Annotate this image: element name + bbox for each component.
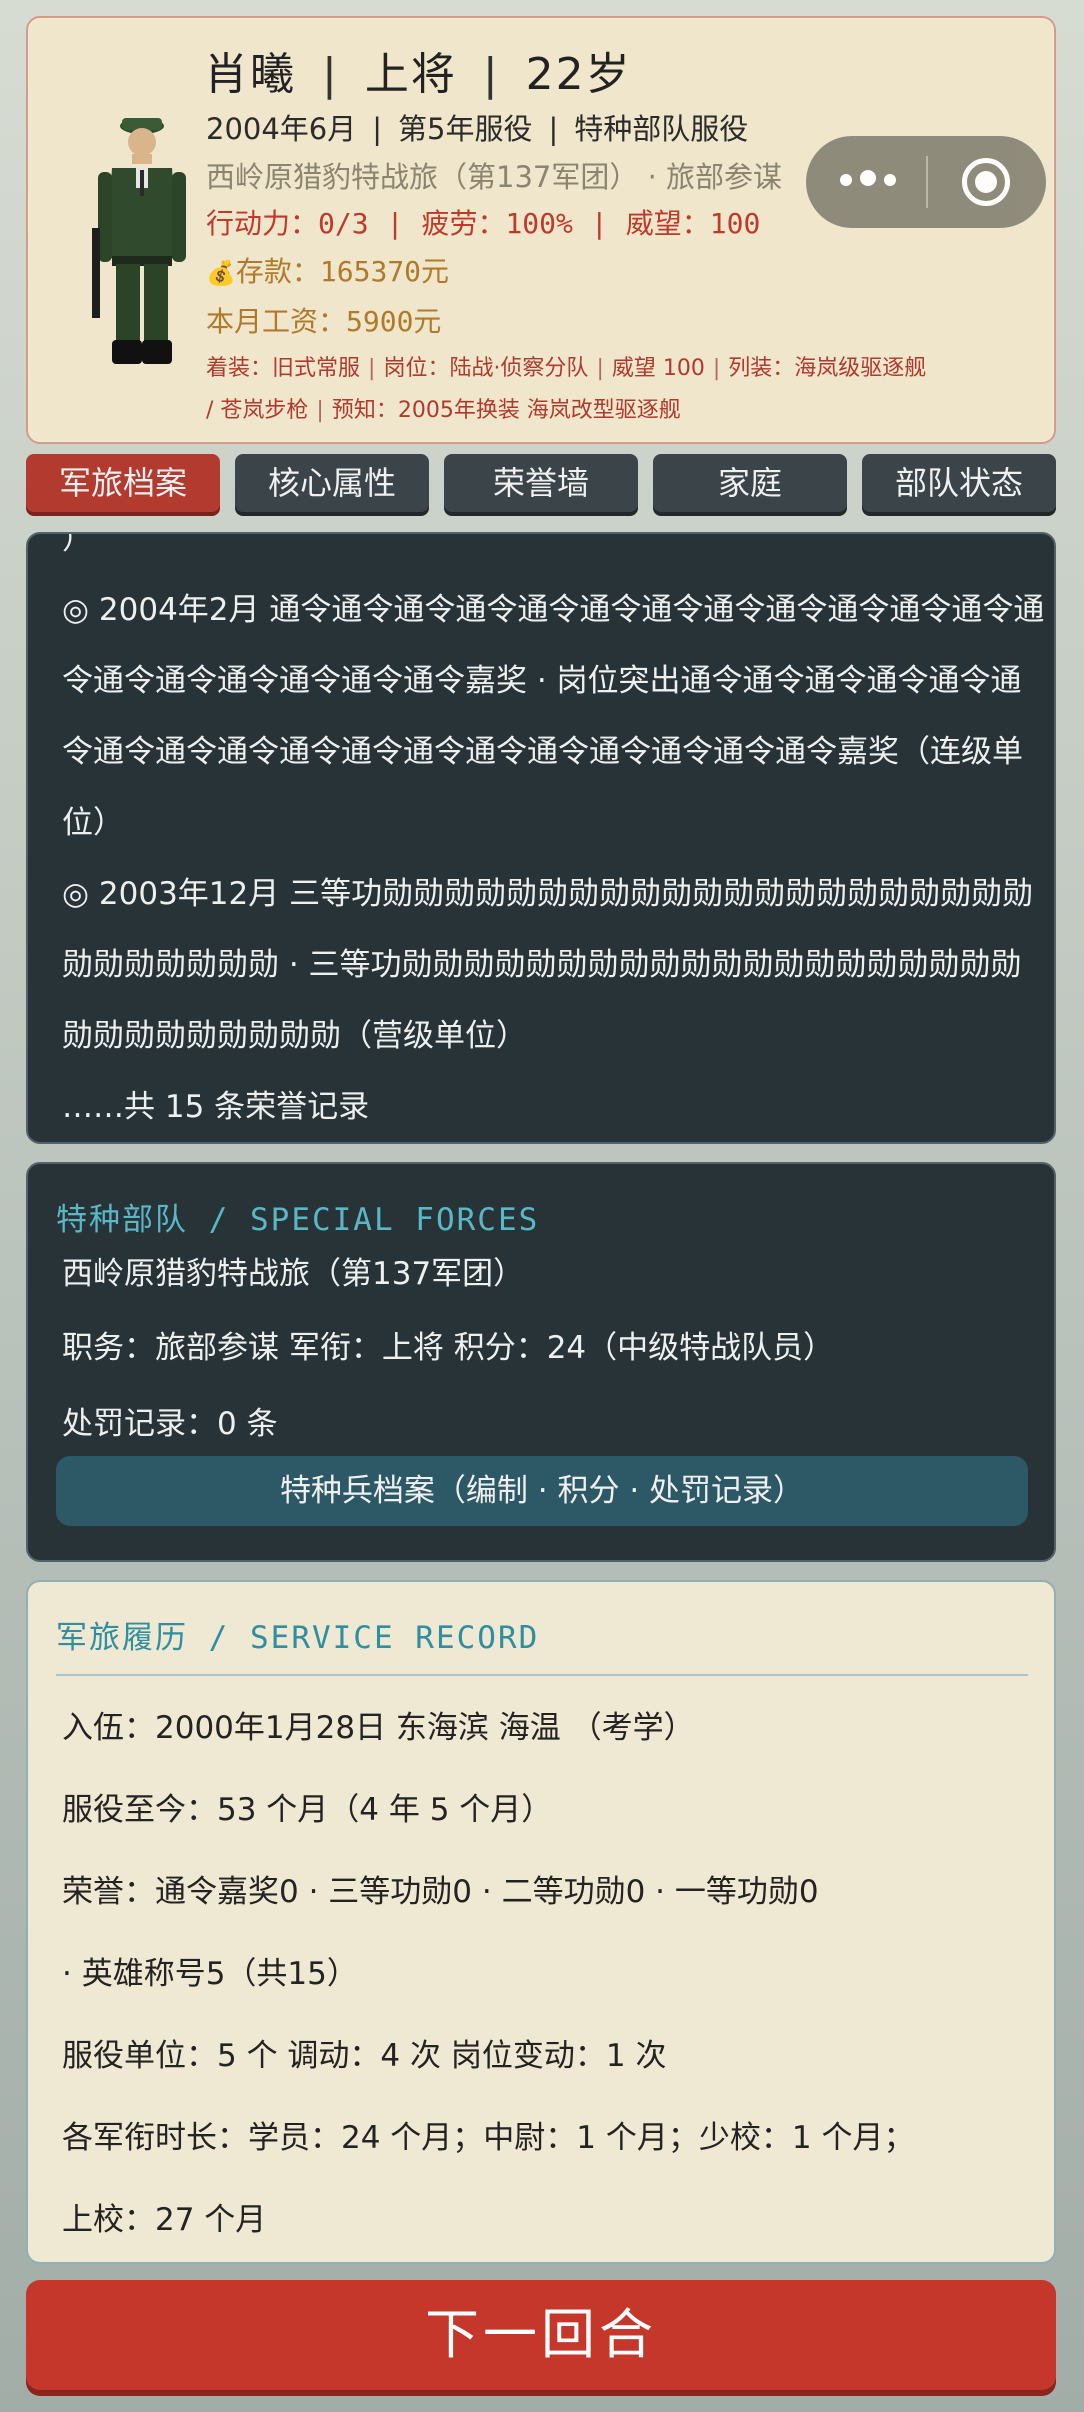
soldier-rank: 上将 (364, 49, 457, 100)
profile-card: 肖曦 | 上将 | 22岁 2004年6月 | 第5年服役 | 特种部队服役 西岭原猎豹特战旅（… (26, 16, 1056, 444)
equip-separator: | (368, 356, 376, 381)
honor-summary: 荣誉：通令嘉奖0 · 三等功勋0 · 二等功勋0 · 一等功勋0 (62, 1874, 819, 1910)
enlist-date: 2004年6月 (206, 112, 357, 146)
equip-prestige: 威望 100 (611, 356, 705, 381)
money-bag-icon: 💰 (206, 259, 236, 287)
honor-entry: ◎ 2004年2月 通令通令通令通令通令通令通令通令通令通令通令通令通令通令通令… (62, 592, 1045, 841)
equip-forecast: 预知：2005年换装 海岚改型驱逐舰 (331, 398, 681, 423)
special-duty-line: 职务：旅部参谋 军衔：上将 积分：24（中级特战队员） (62, 1330, 835, 1366)
punish-record: 处罚记录：0 条 (62, 1406, 278, 1442)
service-record-panel: 军旅履历 / SERVICE RECORD 入伍：2000年1月28日 东海滨 … (26, 1580, 1056, 2264)
service-year: 第5年服役 (398, 112, 533, 146)
special-forces-title: 特种部队 / SPECIAL FORCES (56, 1202, 540, 1238)
more-icon[interactable] (840, 170, 940, 194)
name-rank-age: 肖曦 | 上将 | 22岁 (204, 49, 632, 100)
equip-separator: | (712, 356, 721, 381)
soldier-avatar (92, 118, 186, 364)
honor-records-panel[interactable]: ） ◎ 2004年2月 通令通令通令通令通令通令通令通令通令通令通令通令通令通令… (26, 532, 1056, 1144)
fatigue: 疲劳：100% (421, 207, 573, 240)
stats-line: 行动力：0/3 | 疲劳：100% | 威望：100 (206, 207, 761, 240)
tab-core-attributes[interactable]: 核心属性 (235, 454, 429, 512)
special-unit: 西岭原猎豹特战旅（第137军团） (62, 1256, 525, 1292)
prestige: 威望：100 (625, 207, 761, 240)
honor-total: ……共 15 条荣誉记录 (62, 1089, 370, 1125)
equip-separator: | (596, 356, 604, 381)
tab-archive[interactable]: 军旅档案 (26, 454, 220, 512)
close-target-icon[interactable] (962, 158, 1010, 206)
tab-family[interactable]: 家庭 (653, 454, 847, 512)
equip-rifle: / 苍岚步枪 (206, 398, 309, 423)
honor-fragment: ） (62, 532, 93, 557)
next-round-button[interactable]: 下一回合 (26, 2280, 1056, 2390)
service-duration: 服役至今：53 个月（4 年 5 个月） (62, 1792, 553, 1828)
soldier-age: 22岁 (525, 49, 632, 100)
rank-duration: 各军衔时长：学员：24 个月；中尉：1 个月；少校：1 个月； (62, 2120, 915, 2156)
service-record-title: 军旅履历 / SERVICE RECORD (56, 1620, 540, 1656)
special-forces-panel: 特种部队 / SPECIAL FORCES 西岭原猎豹特战旅（第137军团） 职… (26, 1162, 1056, 1562)
tab-bar: 军旅档案 核心属性 荣誉墙 家庭 部队状态 (26, 454, 1056, 514)
equip-post: 岗位：陆战·侦察分队 (383, 356, 589, 381)
equip-uniform: 着装：旧式常服 (206, 356, 361, 381)
monthly-salary: 本月工资：5900元 (206, 305, 442, 338)
title-divider (56, 1674, 1028, 1676)
rank-duration-cont: 上校：27 个月 (62, 2202, 267, 2238)
action-points: 行动力：0/3 (206, 207, 369, 240)
equip-separator: | (316, 398, 324, 423)
special-forces-archive-button[interactable]: 特种兵档案（编制 · 积分 · 处罚记录） (56, 1456, 1028, 1526)
unit-position: 西岭原猎豹特战旅（第137军团） · 旅部参谋 (206, 160, 783, 194)
service-type: 特种部队服役 (574, 112, 749, 146)
soldier-name: 肖曦 (204, 49, 296, 100)
tab-honor-wall[interactable]: 荣誉墙 (444, 454, 638, 512)
enlist-info: 入伍：2000年1月28日 东海滨 海温 （考学） (62, 1710, 695, 1746)
capsule-divider (926, 156, 928, 208)
equipment-info: 着装：旧式常服 | 岗位：陆战·侦察分队 | 威望 100 | 列装：海岚级驱逐舰 / 苍岚… (206, 348, 1056, 432)
tab-unit-status[interactable]: 部队状态 (862, 454, 1056, 512)
unit-transfer-info: 服役单位：5 个 调动：4 次 岗位变动：1 次 (62, 2038, 667, 2074)
savings: 存款：165370元 (235, 255, 450, 288)
savings-line: 💰存款：165370元 (206, 250, 449, 290)
honor-entry: ◎ 2003年12月 三等功勋勋勋勋勋勋勋勋勋勋勋勋勋勋勋勋勋勋勋勋勋勋勋勋勋勋… (62, 876, 1034, 1054)
equip-ship: 列装：海岚级驱逐舰 (728, 356, 927, 381)
miniprogram-capsule (806, 136, 1046, 228)
honor-summary-cont: · 英雄称号5（共15） (62, 1956, 358, 1992)
service-summary: 2004年6月 | 第5年服役 | 特种部队服役 (206, 112, 749, 146)
